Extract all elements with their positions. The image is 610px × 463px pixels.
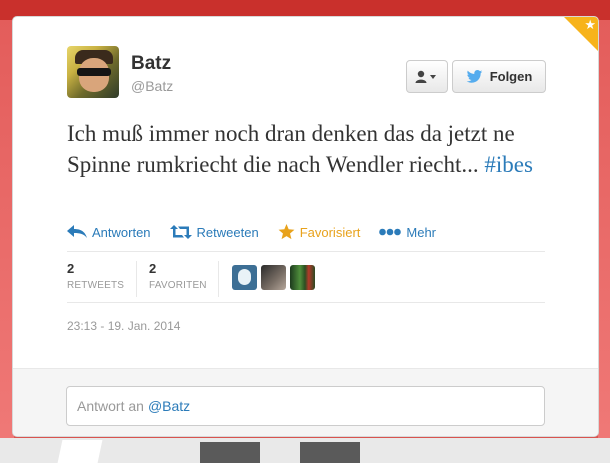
favoriter-avatar[interactable]: [232, 265, 257, 290]
favorites-count: 2: [149, 261, 157, 276]
favorite-action[interactable]: Favorisiert: [278, 224, 361, 240]
favorites-stat[interactable]: 2 FAVORITEN: [149, 261, 207, 291]
more-label: Mehr: [406, 224, 437, 240]
retweet-icon: [169, 225, 192, 239]
reply-area: Antwort an @Batz: [13, 368, 598, 436]
user-dropdown-icon: [415, 70, 436, 83]
reply-action[interactable]: Antworten: [67, 225, 151, 240]
background-shape: [300, 442, 360, 463]
star-icon: [278, 224, 295, 240]
reply-prefix: Antwort an: [77, 398, 144, 414]
user-handle[interactable]: @Batz: [131, 78, 173, 94]
favoriter-avatar[interactable]: [261, 265, 286, 290]
divider: [67, 251, 545, 252]
more-dots-icon: [379, 228, 402, 236]
retweet-action[interactable]: Retweeten: [169, 224, 259, 240]
retweets-label: RETWEETS: [67, 280, 125, 291]
retweets-stat[interactable]: 2 RETWEETS: [67, 261, 124, 291]
divider: [67, 302, 545, 303]
favorites-label: FAVORITEN: [149, 280, 207, 291]
follow-button[interactable]: Folgen: [452, 60, 546, 93]
background-shape: [200, 442, 260, 463]
reply-label: Antworten: [92, 224, 151, 240]
retweets-count: 2: [67, 261, 75, 276]
stat-separator: [136, 261, 137, 297]
tweet-text: Ich muß immer noch dran denken das da je…: [67, 118, 537, 180]
tweet-header: Batz @Batz Folgen: [67, 46, 568, 100]
retweet-label: Retweeten: [196, 224, 259, 240]
user-actions-button[interactable]: [406, 60, 448, 93]
background-shape: [57, 440, 103, 463]
favoriters-avatars: [232, 265, 315, 290]
tweet-body: Ich muß immer noch dran denken das da je…: [67, 121, 515, 177]
twitter-bird-icon: [466, 70, 482, 83]
reply-input[interactable]: Antwort an @Batz: [66, 386, 545, 426]
tweet-timestamp[interactable]: 23:13 - 19. Jan. 2014: [67, 319, 180, 333]
favorite-label: Favorisiert: [299, 224, 361, 240]
reply-arrow-icon: [67, 225, 87, 238]
user-name[interactable]: Batz: [131, 53, 171, 75]
favoriter-avatar[interactable]: [290, 265, 315, 290]
avatar[interactable]: [67, 46, 119, 98]
more-action[interactable]: Mehr: [379, 225, 436, 240]
page-background-right: [598, 20, 610, 463]
reply-mention: @Batz: [147, 398, 191, 414]
stat-separator: [218, 261, 219, 297]
favorited-corner-star-icon: ★: [564, 17, 598, 51]
tweet-actions: Antworten Retweeten Favorisiert Mehr: [67, 222, 455, 242]
tweet-card: ★ Batz @Batz Folgen Ich muß immer noch d…: [12, 16, 599, 437]
page-background-bottom: [0, 438, 610, 463]
follow-button-label: Folgen: [489, 69, 533, 84]
hashtag-link[interactable]: #ibes: [484, 152, 533, 177]
